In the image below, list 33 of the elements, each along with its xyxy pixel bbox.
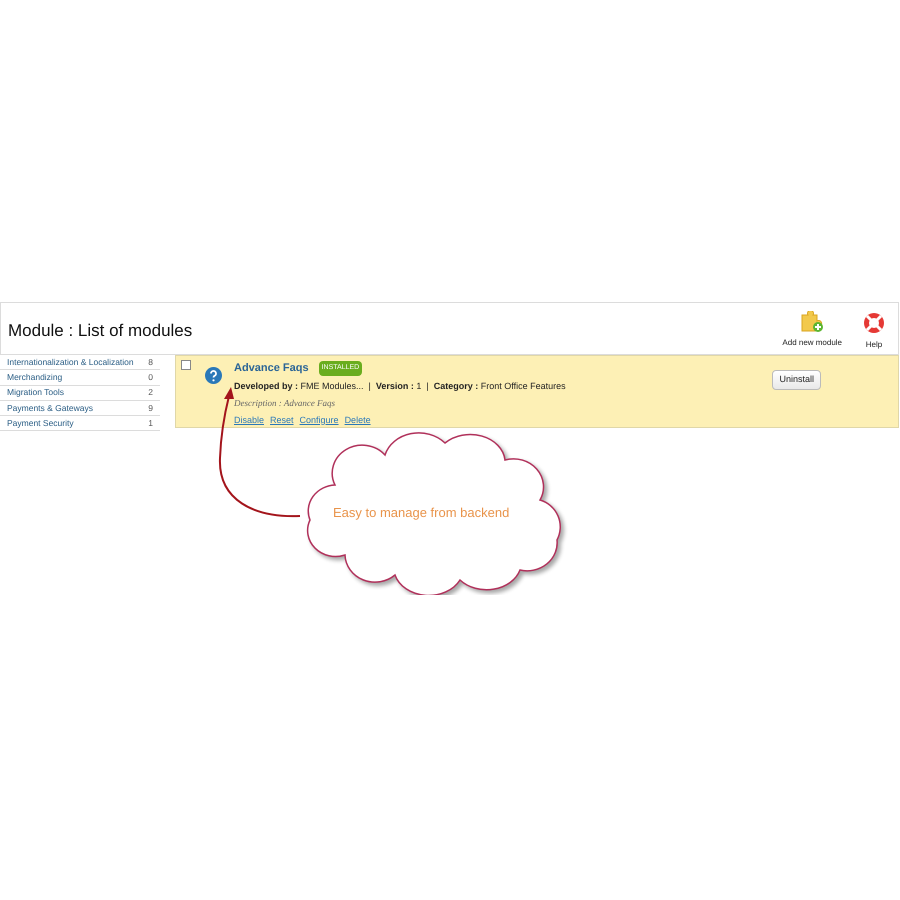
question-icon <box>205 367 222 384</box>
category-item[interactable]: Payments & Gateways 9 <box>0 400 160 416</box>
toolbar-button[interactable]: Help <box>862 311 886 351</box>
category-count: 1 <box>148 416 153 430</box>
lifebuoy-icon <box>862 311 886 335</box>
category-item[interactable]: Migration Tools 2 <box>0 386 160 401</box>
category-item[interactable]: Internationalization & Localization 8 <box>0 355 160 370</box>
category-count: 9 <box>148 402 153 414</box>
category-name: Migration Tools <box>7 386 64 400</box>
category-name: Merchandizing <box>7 371 62 384</box>
action-link[interactable]: Reset <box>270 414 294 427</box>
uninstall-button[interactable]: Uninstall <box>772 370 821 390</box>
category-count: 0 <box>148 371 153 384</box>
action-link[interactable]: Delete <box>344 414 371 427</box>
category-item[interactable]: Payment Security 1 <box>0 416 160 432</box>
category-name: Internationalization & Localization <box>7 356 134 369</box>
module-description: Description : Advance Faqs <box>234 397 336 410</box>
module-name[interactable]: Advance Faqs <box>234 360 309 376</box>
module-meta: Developed by : FME Modules... | Version : 1 | Category : Front Office Features <box>234 380 566 393</box>
category-name: Payments & Gateways <box>7 402 93 414</box>
action-link[interactable]: Configure <box>300 414 339 427</box>
page-title: Module : List of modules <box>8 320 192 342</box>
category-name: Payment Security <box>7 416 74 430</box>
module-checkbox[interactable] <box>181 360 191 370</box>
toolbar-button[interactable]: Add new module <box>782 311 842 351</box>
category-count: 2 <box>148 386 153 400</box>
callout-text: Easy to manage from backend <box>333 504 510 522</box>
toolbar-label: Add new module <box>782 337 842 349</box>
action-link[interactable]: Disable <box>234 414 264 427</box>
category-item[interactable]: Merchandizing 0 <box>0 370 160 386</box>
category-count: 8 <box>148 356 153 369</box>
puzzle-add-icon <box>800 311 824 333</box>
toolbar-label: Help <box>866 339 882 351</box>
